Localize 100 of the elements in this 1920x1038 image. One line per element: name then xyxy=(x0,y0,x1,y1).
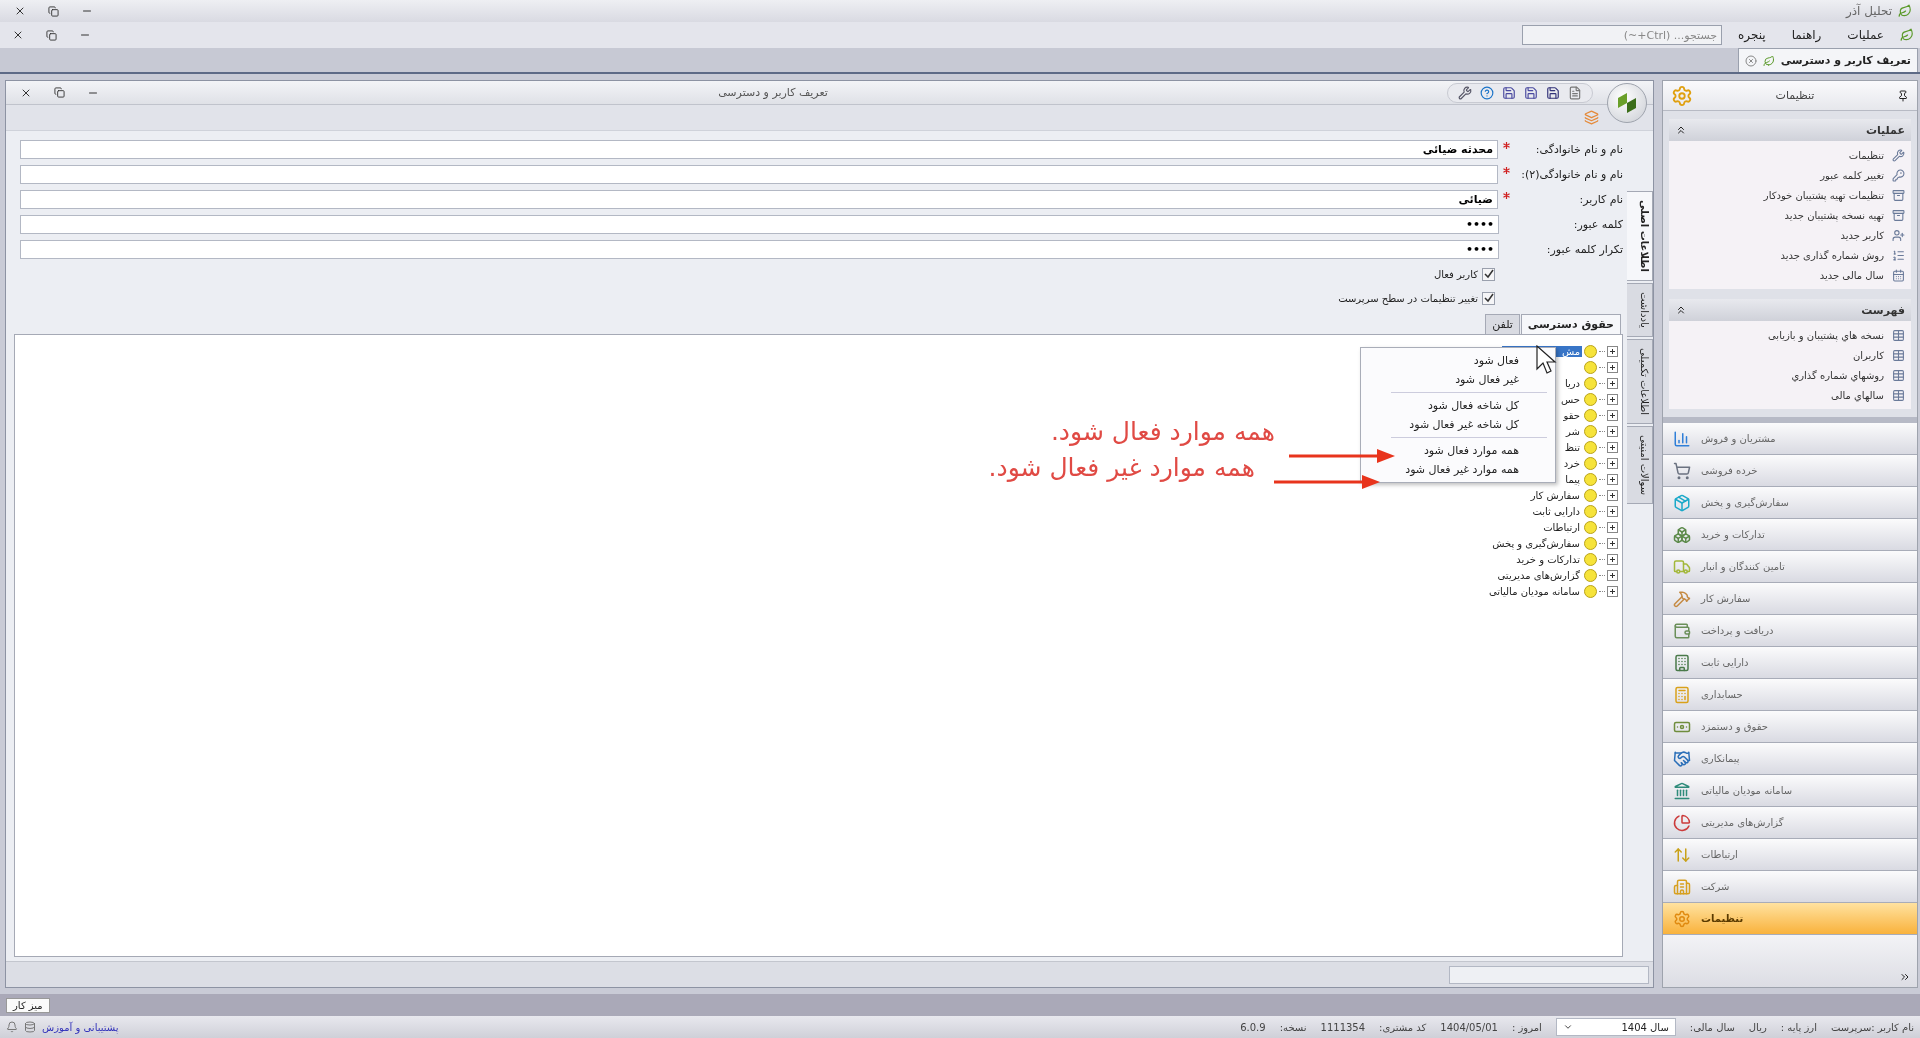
module-button[interactable]: تامین کنندگان و انبار xyxy=(1663,551,1917,583)
tree-item[interactable]: شر xyxy=(1564,425,1582,437)
checkbox[interactable] xyxy=(1482,291,1495,305)
module-button[interactable]: گزارش‌های مدیریتی xyxy=(1663,807,1917,839)
link[interactable]: روش شماره گذاری جدید xyxy=(1780,249,1884,261)
module-button[interactable]: حقوق و دستمزد xyxy=(1663,711,1917,743)
pin-icon[interactable] xyxy=(1897,89,1909,102)
save-icon[interactable] xyxy=(1502,85,1516,100)
expand-icon[interactable] xyxy=(1607,569,1618,581)
tree-item[interactable]: پیما xyxy=(1563,473,1582,485)
wrench-icon[interactable] xyxy=(1458,85,1472,100)
module-button[interactable]: سامانه مودیان مالیاتی xyxy=(1663,775,1917,807)
module-button[interactable]: تدارکات و خرید xyxy=(1663,519,1917,551)
menu-item[interactable]: کل شاخه غیر فعال شود xyxy=(1361,415,1555,434)
module-button[interactable]: خرده فروشی xyxy=(1663,455,1917,487)
link[interactable]: کاربر جدید xyxy=(1840,229,1884,241)
module-button[interactable]: شرکت xyxy=(1663,871,1917,903)
collapse-icon[interactable] xyxy=(1675,304,1687,316)
document-tab[interactable]: تعریف کاربر و دسترسی xyxy=(1737,48,1918,72)
link[interactable]: تنظیمات xyxy=(1848,149,1884,161)
link[interactable]: تهیه نسخه پشتیبان جدید xyxy=(1784,209,1884,221)
menu-item[interactable]: کل شاخه فعال شود xyxy=(1361,396,1555,415)
expand-icon[interactable] xyxy=(1607,441,1618,453)
input-field[interactable] xyxy=(20,165,1498,184)
save-icon[interactable] xyxy=(1546,85,1560,100)
menu-item[interactable]: فعال شود xyxy=(1361,351,1555,370)
section-header[interactable]: فهرست xyxy=(1669,299,1911,321)
vertical-tab[interactable]: یادداشت xyxy=(1627,282,1653,337)
section-header[interactable]: عملیات xyxy=(1669,119,1911,141)
module-button[interactable]: سفارش کار xyxy=(1663,583,1917,615)
tree-item[interactable]: دارایی ثابت xyxy=(1530,505,1582,517)
tree-item[interactable]: خرد xyxy=(1561,457,1582,469)
input-field[interactable] xyxy=(1449,965,1649,984)
menu-item[interactable]: همه موارد غیر فعال شود xyxy=(1361,460,1555,479)
expand-icon[interactable] xyxy=(1607,521,1618,533)
expand-icon[interactable] xyxy=(1607,409,1618,421)
expand-icon[interactable] xyxy=(1607,425,1618,437)
support-link[interactable]: پشتیبانی و آموزش xyxy=(42,1021,119,1033)
expand-icon[interactable] xyxy=(1607,377,1618,389)
module-button[interactable]: ارتباطات xyxy=(1663,839,1917,871)
module-button[interactable]: حسابداری xyxy=(1663,679,1917,711)
tree-item[interactable]: گزارش‌های مدیریتی xyxy=(1495,569,1582,581)
document-icon[interactable] xyxy=(1568,85,1582,100)
input-field[interactable]: محدثه ضیائی xyxy=(20,140,1498,159)
tree-item[interactable]: تدارکات و خرید xyxy=(1514,553,1582,565)
menu-item[interactable]: همه موارد فعال شود xyxy=(1361,441,1555,460)
close-icon[interactable] xyxy=(14,5,26,17)
expand-icon[interactable] xyxy=(1607,473,1618,485)
help-icon[interactable] xyxy=(1480,85,1494,100)
expand-icon[interactable] xyxy=(1607,361,1618,373)
expand-icon[interactable] xyxy=(1607,553,1618,565)
tree-item[interactable]: حس xyxy=(1559,393,1582,405)
year-select[interactable]: سال 1404 xyxy=(1555,1018,1676,1036)
restore-icon[interactable] xyxy=(48,5,59,17)
restore-icon[interactable] xyxy=(46,29,57,41)
expand-icon[interactable] xyxy=(1607,393,1618,405)
input-field[interactable]: ضیائی xyxy=(20,190,1498,209)
chevrons-icon[interactable] xyxy=(1899,971,1911,983)
tab[interactable]: میز کار xyxy=(6,997,50,1013)
link[interactable]: تنظیمات تهیه پشتیبان خودکار xyxy=(1763,189,1884,201)
tree-item[interactable]: تنظ xyxy=(1562,441,1582,453)
vertical-tab[interactable]: اطلاعات اصلی xyxy=(1627,191,1653,281)
expand-icon[interactable] xyxy=(1607,505,1618,517)
expand-icon[interactable] xyxy=(1607,345,1618,357)
menu-item[interactable]: پنجره xyxy=(1728,28,1776,42)
tree-item[interactable]: دریا xyxy=(1562,377,1582,389)
expand-icon[interactable] xyxy=(1607,537,1618,549)
tree-item[interactable]: سامانه مودیان مالیاتی xyxy=(1486,585,1582,597)
expand-icon[interactable] xyxy=(1607,457,1618,469)
tree-item[interactable]: سفارش‌گیری و پخش xyxy=(1490,537,1582,549)
checkbox[interactable] xyxy=(1482,267,1495,281)
module-button[interactable]: دارایی ثابت xyxy=(1663,647,1917,679)
module-button[interactable]: سفارش‌گیری و پخش xyxy=(1663,487,1917,519)
input-field[interactable]: •••• xyxy=(20,240,1499,259)
tree-item[interactable]: سفارش کار xyxy=(1528,489,1582,501)
save-icon[interactable] xyxy=(1524,85,1538,100)
vertical-tab[interactable]: سوالات امنیتی xyxy=(1627,425,1653,504)
tab[interactable]: حقوق دسترسی xyxy=(1520,314,1621,334)
link[interactable]: تغییر کلمه عبور xyxy=(1820,169,1884,181)
tab[interactable]: تلفن xyxy=(1485,314,1520,334)
module-button[interactable]: تنظیمات xyxy=(1663,903,1917,935)
menu-item[interactable]: غیر فعال شود xyxy=(1361,370,1555,389)
bell-icon[interactable] xyxy=(6,1021,18,1033)
caret-icon[interactable] xyxy=(1562,1022,1573,1032)
menu-item[interactable]: راهنما xyxy=(1781,28,1832,42)
link[interactable]: نسخه هاي پشتيبان و بازيابی xyxy=(1768,329,1884,341)
search-field[interactable]: جستجو... (Ctrl+~) xyxy=(1522,25,1723,45)
menu-item[interactable]: عملیات xyxy=(1837,28,1894,42)
tree-item[interactable]: ارتباطات xyxy=(1541,521,1582,533)
collapse-icon[interactable] xyxy=(1675,124,1687,136)
link[interactable]: سال مالی جدید xyxy=(1819,269,1884,281)
restore-icon[interactable] xyxy=(54,87,65,98)
module-button[interactable]: دریافت و پرداخت xyxy=(1663,615,1917,647)
expand-icon[interactable] xyxy=(1607,585,1618,597)
vertical-tab[interactable]: اطلاعات تکمیلی xyxy=(1627,338,1653,424)
link[interactable]: روشهاي شماره گذاري xyxy=(1791,369,1884,381)
link[interactable]: کاربران xyxy=(1852,349,1884,361)
link[interactable]: سالهاي مالی xyxy=(1831,389,1884,401)
tree-item[interactable]: حقو xyxy=(1561,409,1582,421)
input-field[interactable]: •••• xyxy=(20,215,1499,234)
